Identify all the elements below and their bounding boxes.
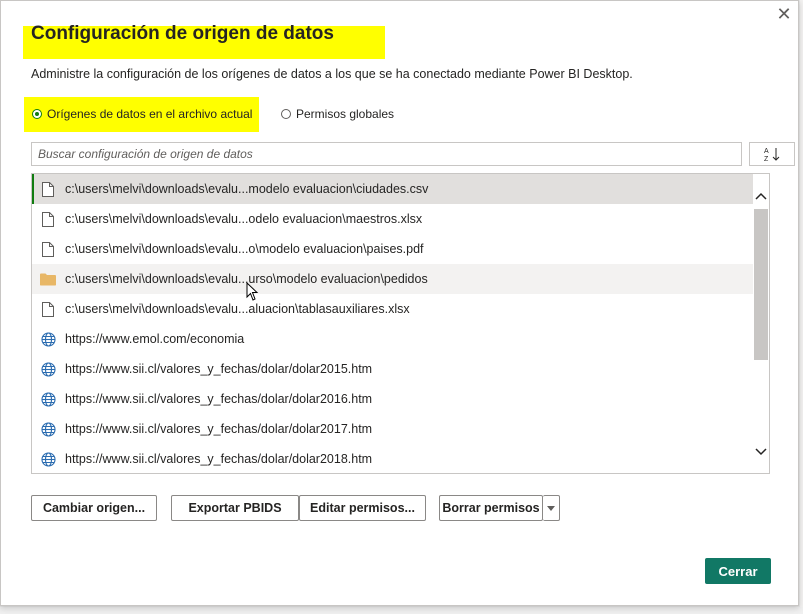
file-icon: [40, 301, 56, 317]
sort-az-icon: A Z: [764, 148, 780, 162]
radio-current-file[interactable]: Orígenes de datos en el archivo actual: [32, 105, 252, 123]
list-item-path: https://www.sii.cl/valores_y_fechas/dola…: [65, 452, 373, 466]
list-item[interactable]: https://www.sii.cl/valores_y_fechas/dola…: [32, 384, 754, 414]
list-item-path: c:\users\melvi\downloads\evalu...aluacio…: [65, 302, 410, 316]
list-scrollbar[interactable]: [753, 174, 769, 473]
file-icon: [40, 181, 56, 197]
list-item[interactable]: c:\users\melvi\downloads\evalu...o\model…: [32, 234, 754, 264]
radio-global-permissions[interactable]: Permisos globales: [281, 105, 394, 123]
list-item-path: https://www.sii.cl/valores_y_fechas/dola…: [65, 422, 373, 436]
folder-icon: [40, 271, 56, 287]
list-item[interactable]: c:\users\melvi\downloads\evalu...urso\mo…: [32, 264, 754, 294]
close-button[interactable]: Cerrar: [705, 558, 771, 584]
dialog-title: Configuración de origen de datos: [31, 23, 334, 44]
list-item[interactable]: https://www.sii.cl/valores_y_fechas/dola…: [32, 444, 754, 473]
mouse-cursor-icon: [246, 282, 259, 301]
list-item[interactable]: c:\users\melvi\downloads\evalu...modelo …: [32, 174, 754, 204]
scroll-thumb[interactable]: [754, 209, 768, 360]
list-item-path: https://www.sii.cl/valores_y_fechas/dola…: [65, 392, 373, 406]
globe-icon: [40, 331, 56, 347]
file-icon: [40, 241, 56, 257]
list-item-path: https://www.emol.com/economia: [65, 332, 245, 346]
svg-text:A: A: [764, 148, 769, 155]
list-item-path: c:\users\melvi\downloads\evalu...o\model…: [65, 242, 424, 256]
list-item[interactable]: https://www.sii.cl/valores_y_fechas/dola…: [32, 354, 754, 384]
edit-permissions-button[interactable]: Editar permisos...: [299, 495, 426, 521]
list-item[interactable]: c:\users\melvi\downloads\evalu...odelo e…: [32, 204, 754, 234]
scroll-down-icon[interactable]: [753, 444, 769, 460]
scroll-up-icon[interactable]: [753, 188, 769, 204]
globe-icon: [40, 451, 56, 467]
list-item[interactable]: https://www.emol.com/economia: [32, 324, 754, 354]
list-item-path: https://www.sii.cl/valores_y_fechas/dola…: [65, 362, 373, 376]
clear-permissions-dropdown[interactable]: [543, 495, 560, 521]
globe-icon: [40, 361, 56, 377]
data-source-list: c:\users\melvi\downloads\evalu...modelo …: [31, 173, 770, 474]
sort-button[interactable]: A Z: [749, 142, 795, 166]
radio-selected-icon: [32, 109, 42, 119]
data-source-settings-dialog: ✕ Configuración de origen de datos Admin…: [0, 0, 799, 606]
radio-label: Orígenes de datos en el archivo actual: [47, 107, 253, 121]
radio-unselected-icon: [281, 109, 291, 119]
search-input[interactable]: [31, 142, 742, 166]
list-item-path: c:\users\melvi\downloads\evalu...modelo …: [65, 182, 429, 196]
list-item[interactable]: c:\users\melvi\downloads\evalu...aluacio…: [32, 294, 754, 324]
export-pbids-button[interactable]: Exportar PBIDS: [171, 495, 299, 521]
file-icon: [40, 211, 56, 227]
globe-icon: [40, 391, 56, 407]
chevron-down-icon: [547, 505, 555, 511]
list-item-path: c:\users\melvi\downloads\evalu...odelo e…: [65, 212, 423, 226]
list-item[interactable]: https://www.sii.cl/valores_y_fechas/dola…: [32, 414, 754, 444]
clear-permissions-button[interactable]: Borrar permisos: [439, 495, 543, 521]
change-source-button[interactable]: Cambiar origen...: [31, 495, 157, 521]
svg-text:Z: Z: [764, 156, 769, 162]
globe-icon: [40, 421, 56, 437]
background-app-bottom: [0, 607, 803, 614]
close-icon[interactable]: ✕: [773, 3, 795, 25]
dialog-subtitle: Administre la configuración de los oríge…: [31, 67, 633, 81]
radio-label: Permisos globales: [296, 107, 395, 121]
